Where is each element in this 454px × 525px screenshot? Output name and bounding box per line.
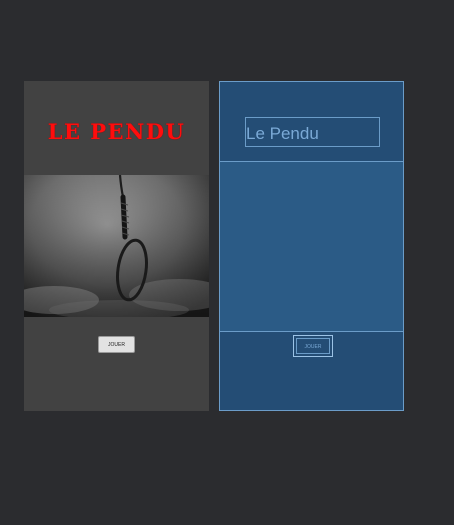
app-title: LE PENDU bbox=[47, 119, 186, 144]
blueprint-title: Le Pendu bbox=[245, 117, 380, 147]
blueprint-image-area bbox=[220, 161, 403, 332]
design-preview: LE PENDU JOUER bbox=[24, 81, 209, 411]
blueprint-view: Le Pendu JOUER bbox=[219, 81, 404, 411]
blueprint-play-button[interactable]: JOUER bbox=[293, 335, 333, 357]
play-button[interactable]: JOUER bbox=[98, 336, 135, 353]
noose-image bbox=[24, 175, 209, 317]
blueprint-play-button-label: JOUER bbox=[296, 338, 330, 354]
